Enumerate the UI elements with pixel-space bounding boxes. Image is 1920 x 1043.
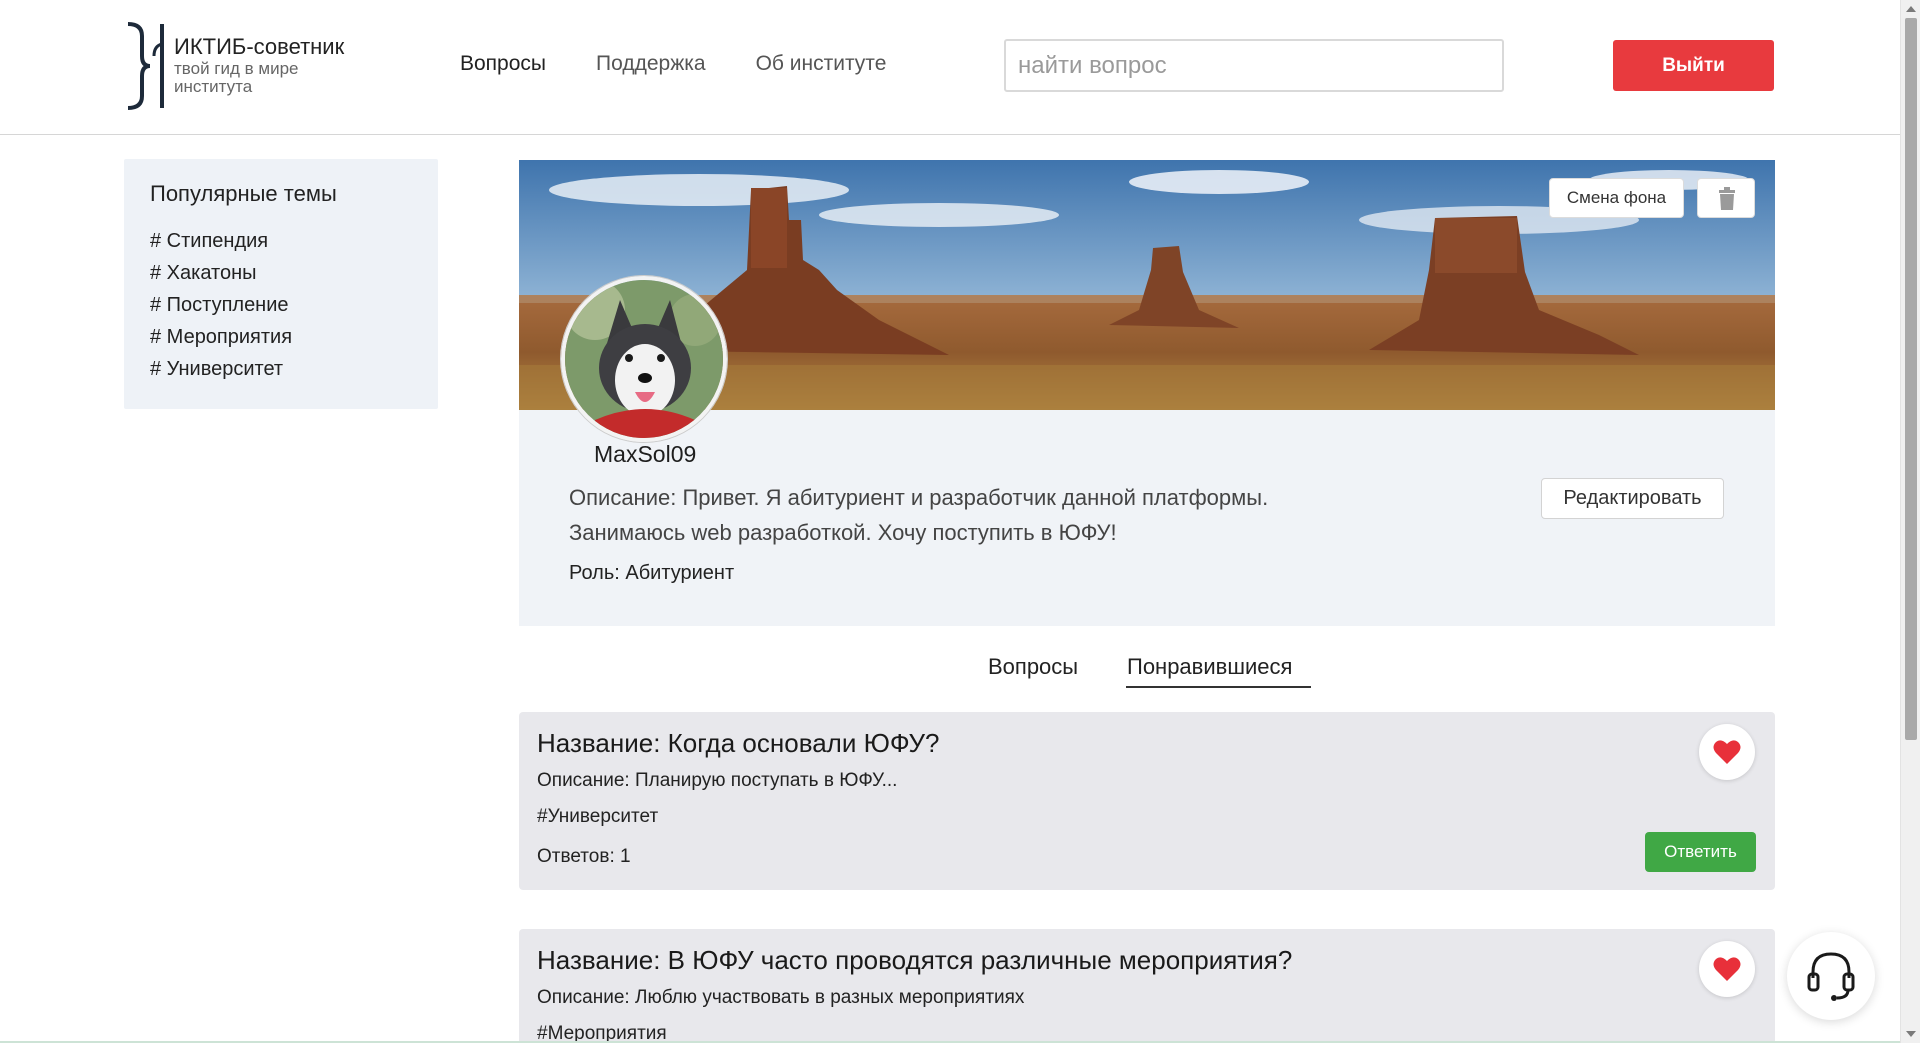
brace-logo-icon	[127, 22, 164, 110]
question-card[interactable]: Название: Когда основали ЮФУ? Описание: …	[519, 712, 1775, 890]
reply-button[interactable]: Ответить	[1645, 832, 1756, 872]
headset-icon	[1807, 952, 1855, 1001]
avatar[interactable]	[561, 276, 727, 442]
tab-questions[interactable]: Вопросы	[988, 654, 1078, 680]
heart-icon	[1713, 740, 1741, 764]
brand-subtitle: твой гид в мире института	[174, 59, 299, 96]
logout-button[interactable]: Выйти	[1613, 40, 1774, 91]
popular-topics-panel: Популярные темы # Стипендия # Хакатоны #…	[124, 159, 438, 409]
nav-item-support[interactable]: Поддержка	[596, 52, 706, 76]
vertical-scrollbar[interactable]	[1900, 0, 1920, 1043]
question-description: Описание: Люблю участвовать в разных мер…	[537, 987, 1025, 1008]
profile-tabs: Вопросы Понравившиеся	[519, 650, 1775, 690]
scrollbar-thumb[interactable]	[1905, 18, 1917, 740]
scroll-up-arrow-icon[interactable]	[1906, 6, 1916, 12]
question-tag[interactable]: #Мероприятия	[537, 1023, 667, 1043]
edit-profile-button[interactable]: Редактировать	[1541, 478, 1724, 519]
topic-events[interactable]: # Мероприятия	[150, 321, 412, 353]
profile-description: Описание: Привет. Я абитуриент и разрабо…	[569, 485, 1269, 545]
search-input[interactable]	[1004, 39, 1504, 92]
logo[interactable]: ИКТИБ-советник твой гид в мире института	[124, 22, 354, 110]
heart-icon	[1713, 957, 1741, 981]
question-title[interactable]: Название: В ЮФУ часто проводятся различн…	[537, 945, 1292, 976]
nav-item-about[interactable]: Об институте	[756, 52, 887, 76]
header: ИКТИБ-советник твой гид в мире института…	[0, 0, 1900, 135]
topic-scholarship[interactable]: # Стипендия	[150, 225, 412, 257]
popular-topics-title: Популярные темы	[150, 181, 337, 206]
brand-title: ИКТИБ-советник	[174, 34, 345, 59]
avatar-image	[565, 280, 723, 438]
profile-role: Роль: Абитуриент	[569, 562, 735, 584]
delete-background-button[interactable]	[1697, 178, 1755, 218]
profile-username: MaxSol09	[594, 441, 697, 467]
question-title[interactable]: Название: Когда основали ЮФУ?	[537, 728, 939, 759]
question-description: Описание: Планирую поступать в ЮФУ...	[537, 770, 898, 791]
active-tab-indicator	[1126, 686, 1311, 688]
like-button[interactable]	[1699, 941, 1755, 997]
answers-count: Ответов: 1	[537, 846, 631, 867]
change-background-button[interactable]: Смена фона	[1549, 178, 1684, 218]
question-tag[interactable]: #Университет	[537, 806, 658, 828]
like-button[interactable]	[1699, 724, 1755, 780]
topic-university[interactable]: # Университет	[150, 353, 412, 385]
main-nav: Вопросы Поддержка Об институте	[460, 52, 936, 76]
topic-admission[interactable]: # Поступление	[150, 289, 412, 321]
page: ИКТИБ-советник твой гид в мире института…	[0, 0, 1920, 1043]
topic-hackathons[interactable]: # Хакатоны	[150, 257, 412, 289]
support-chat-button[interactable]	[1787, 932, 1875, 1020]
profile-card: Смена фона MaxSol09 Описание: Привет. Я …	[519, 160, 1775, 626]
trash-icon	[1719, 187, 1735, 210]
scroll-down-arrow-icon[interactable]	[1906, 1031, 1916, 1037]
nav-item-questions[interactable]: Вопросы	[460, 52, 546, 76]
tab-liked[interactable]: Понравившиеся	[1127, 654, 1292, 680]
question-card[interactable]: Название: В ЮФУ часто проводятся различн…	[519, 929, 1775, 1043]
